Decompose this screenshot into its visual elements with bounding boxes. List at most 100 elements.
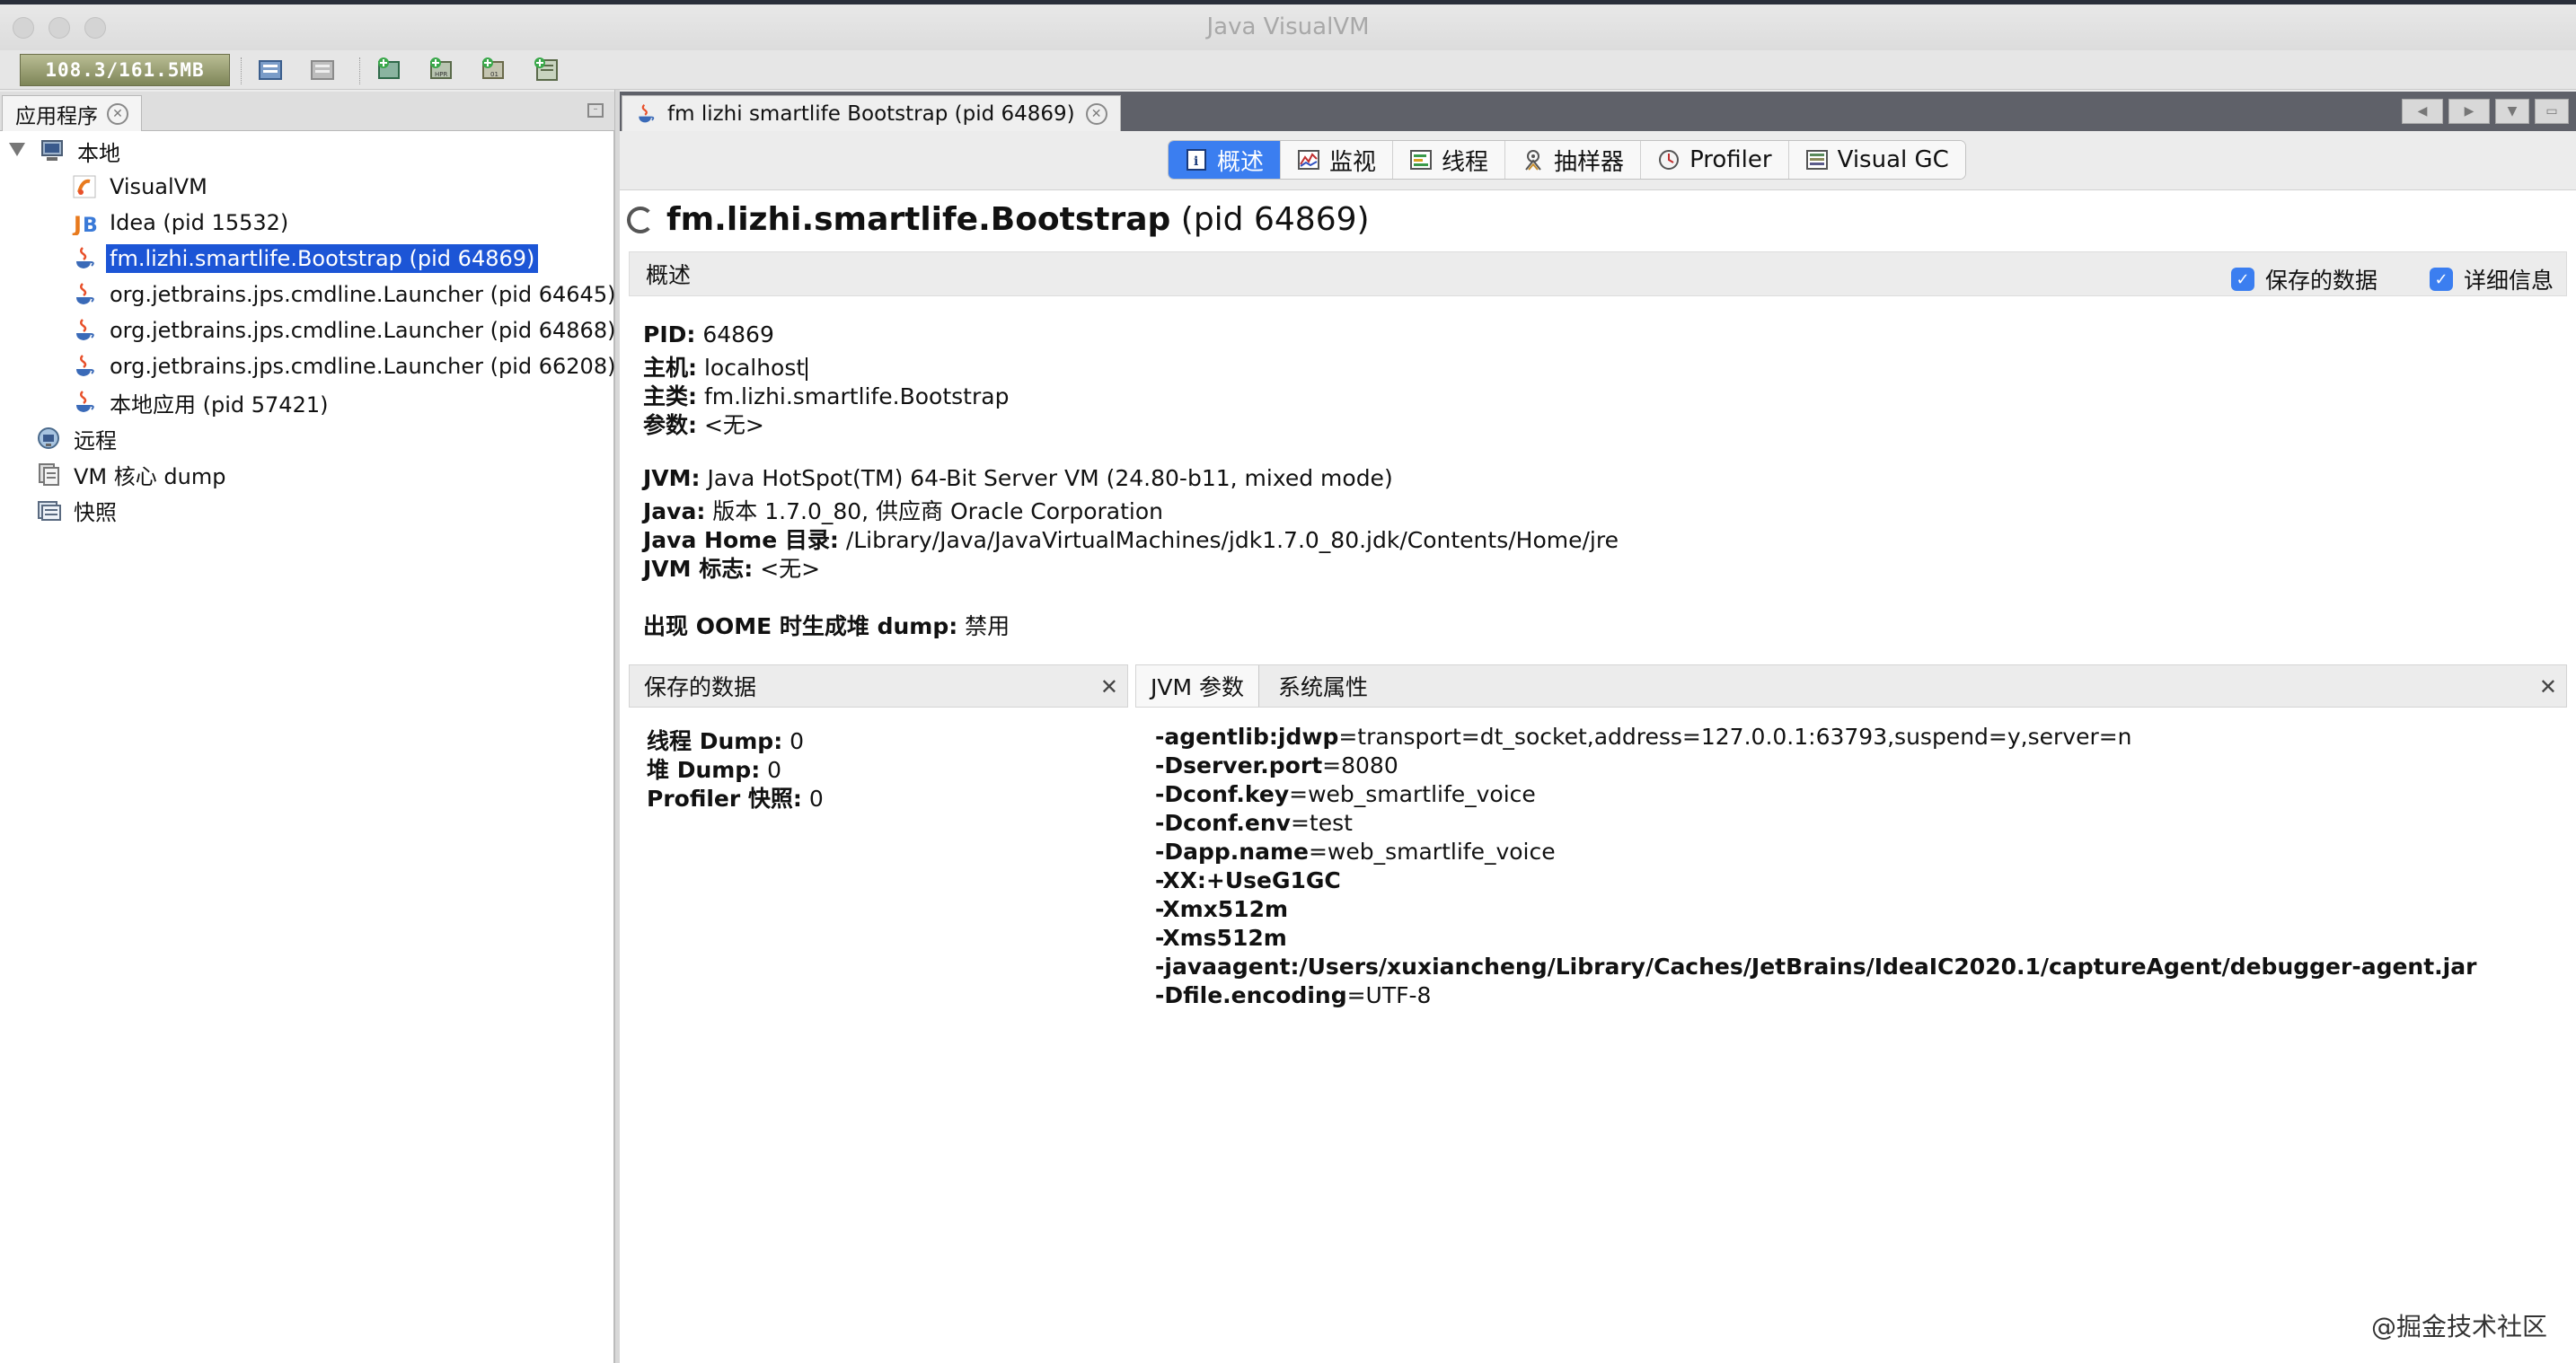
scroll-right-icon[interactable]: ▶ xyxy=(2448,99,2490,124)
toolbar-separator xyxy=(241,57,243,84)
tree-node-snapshots[interactable]: 快照 xyxy=(36,494,120,526)
info-main-class: 主类: fm.lizhi.smartlife.Bootstrap xyxy=(643,379,1009,411)
info-value[interactable]: localhost xyxy=(704,355,805,381)
info-jvm: JVM: Java HotSpot(TM) 64-Bit Server VM (… xyxy=(643,465,1393,491)
info-value: 版本 1.7.0_80, 供应商 Oracle Corporation xyxy=(712,498,1163,524)
add-jmx-connection-icon[interactable] xyxy=(374,54,406,86)
tab-profiler[interactable]: Profiler xyxy=(1641,141,1789,179)
details-checkbox[interactable]: ✓ 详细信息 xyxy=(2429,263,2554,295)
tab-monitor-label: 监视 xyxy=(1329,148,1377,176)
tree-node-launcher[interactable]: org.jetbrains.jps.cmdline.Launcher (pid … xyxy=(72,278,619,311)
info-key: 出现 OOME 时生成堆 dump: xyxy=(643,613,958,639)
info-value: <无> xyxy=(760,556,821,582)
tree-node-launcher[interactable]: org.jetbrains.jps.cmdline.Launcher (pid … xyxy=(72,314,619,347)
java-cup-icon xyxy=(72,282,97,307)
tab-monitor[interactable]: 监视 xyxy=(1281,141,1394,179)
tree-node-local[interactable]: 本地 xyxy=(0,135,124,167)
window-title: Java VisualVM xyxy=(1206,13,1370,40)
tab-sampler[interactable]: 抽样器 xyxy=(1505,141,1642,179)
info-java-home: Java Home 目录: /Library/Java/JavaVirtualM… xyxy=(643,523,1619,555)
svg-text:i: i xyxy=(1194,154,1198,169)
jvm-arg-key: -Dapp.name xyxy=(1155,839,1309,865)
tab-visual-gc-label: Visual GC xyxy=(1837,146,1949,173)
tab-overview[interactable]: i 概述 xyxy=(1169,141,1282,179)
text-caret xyxy=(806,357,808,381)
visualvm-icon xyxy=(72,174,97,199)
toolbar: 108.3/161.5MB HPR 01 xyxy=(0,50,2576,90)
computer-icon xyxy=(40,138,65,163)
tree-label: Idea (pid 15532) xyxy=(110,210,289,235)
minimize-panel-icon[interactable]: – xyxy=(587,103,604,118)
tree-node-bootstrap[interactable]: fm.lizhi.smartlife.Bootstrap (pid 64869) xyxy=(72,242,539,275)
tab-system-properties[interactable]: 系统属性 xyxy=(1264,665,1382,707)
jvm-arg-row: -Dconf.key=web_smartlife_voice xyxy=(1155,781,1536,807)
close-icon[interactable]: ✕ xyxy=(107,102,128,125)
saved-data-title: 保存的数据 xyxy=(644,674,757,700)
tab-sampler-label: 抽样器 xyxy=(1554,148,1625,176)
java-cup-icon xyxy=(72,318,97,343)
saved-value: 0 xyxy=(790,728,805,754)
saved-key: 堆 Dump: xyxy=(647,757,761,783)
tab-navigation: ◀ ▶ ▼ ▭ xyxy=(2402,99,2569,124)
svg-text:01: 01 xyxy=(490,71,498,78)
tree-node-launcher[interactable]: org.jetbrains.jps.cmdline.Launcher (pid … xyxy=(72,350,619,383)
monitor-chart-icon xyxy=(1297,148,1320,171)
saved-profiler-snapshot: Profiler 快照: 0 xyxy=(647,781,824,813)
info-jvm-flags: JVM 标志: <无> xyxy=(643,551,820,584)
info-key: PID: xyxy=(643,321,696,347)
tab-threads[interactable]: 线程 xyxy=(1393,141,1506,179)
info-arguments: 参数: <无> xyxy=(643,408,764,440)
jvm-arg-value: =transport=dt_socket,address=127.0.0.1:6… xyxy=(1338,724,2132,750)
jvm-arg-key: -Xmx512m xyxy=(1155,896,1289,922)
threads-icon xyxy=(1409,148,1433,171)
add-snapshot-icon[interactable] xyxy=(530,54,562,86)
thread-dump-icon[interactable]: 01 xyxy=(478,54,510,86)
section-title: 概述 xyxy=(646,262,692,288)
jvm-panel-header: JVM 参数 系统属性 ✕ xyxy=(1135,664,2567,708)
tab-jvm-args[interactable]: JVM 参数 xyxy=(1136,665,1259,707)
maximize-icon[interactable]: ▭ xyxy=(2535,99,2569,124)
tree-node-visualvm[interactable]: VisualVM xyxy=(72,171,211,203)
snapshots-icon xyxy=(36,497,61,523)
tree-node-local-app[interactable]: 本地应用 (pid 57421) xyxy=(72,386,331,418)
memory-indicator[interactable]: 108.3/161.5MB xyxy=(20,54,230,86)
tree-node-core-dump[interactable]: VM 核心 dump xyxy=(36,458,229,490)
tab-bootstrap[interactable]: fm lizhi smartlife Bootstrap (pid 64869)… xyxy=(622,95,1121,131)
jvm-arg-value: =8080 xyxy=(1322,752,1398,778)
tab-applications[interactable]: 应用程序 ✕ xyxy=(2,95,142,131)
jvm-arg-value: =test xyxy=(1290,810,1353,836)
info-value: 禁用 xyxy=(965,613,1010,639)
visual-gc-icon xyxy=(1805,148,1829,171)
close-icon[interactable]: ✕ xyxy=(1100,674,1118,699)
saved-data-panel-header: 保存的数据 ✕ xyxy=(629,664,1128,708)
expand-arrow-icon[interactable] xyxy=(9,143,25,156)
heap-dump-icon[interactable]: HPR xyxy=(426,54,458,86)
title-pid: (pid 64869) xyxy=(1180,201,1370,238)
profiler-clock-icon xyxy=(1657,148,1681,171)
jvm-arg-key: -Dconf.env xyxy=(1155,810,1291,836)
open-snapshot-icon[interactable] xyxy=(255,54,287,86)
saved-data-checkbox[interactable]: ✓ 保存的数据 xyxy=(2230,263,2378,295)
info-oome: 出现 OOME 时生成堆 dump: 禁用 xyxy=(643,609,1010,641)
info-key: JVM 标志: xyxy=(643,556,754,582)
info-key: 主机: xyxy=(643,355,697,381)
tab-visual-gc[interactable]: Visual GC xyxy=(1788,141,1965,179)
applications-panel: 应用程序 ✕ – 本地 VisualVM J B Idea (pid 15532… xyxy=(0,92,615,1363)
tree-node-idea[interactable]: JB Idea (pid 15532) xyxy=(72,207,292,239)
tree-label: 本地 xyxy=(77,140,120,166)
info-value: fm.lizhi.smartlife.Bootstrap xyxy=(703,383,1010,409)
scroll-left-icon[interactable]: ◀ xyxy=(2402,99,2443,124)
tree-label: org.jetbrains.jps.cmdline.Launcher (pid … xyxy=(110,318,616,343)
tree-node-remote[interactable]: 远程 xyxy=(36,422,120,454)
info-key: 参数: xyxy=(643,412,697,438)
close-icon[interactable]: ✕ xyxy=(1085,102,1107,125)
title-bar: Java VisualVM xyxy=(0,0,2576,50)
tab-list-icon[interactable]: ▼ xyxy=(2495,99,2529,124)
close-icon[interactable]: ✕ xyxy=(2539,674,2557,699)
title-main-class: fm.lizhi.smartlife.Bootstrap xyxy=(666,201,1171,238)
saved-thread-dump: 线程 Dump: 0 xyxy=(647,724,804,756)
saved-value: 0 xyxy=(767,757,782,783)
info-value: <无> xyxy=(703,412,764,438)
tab-bootstrap-label: fm lizhi smartlife Bootstrap (pid 64869) xyxy=(667,101,1075,126)
save-snapshot-icon[interactable] xyxy=(307,54,340,86)
